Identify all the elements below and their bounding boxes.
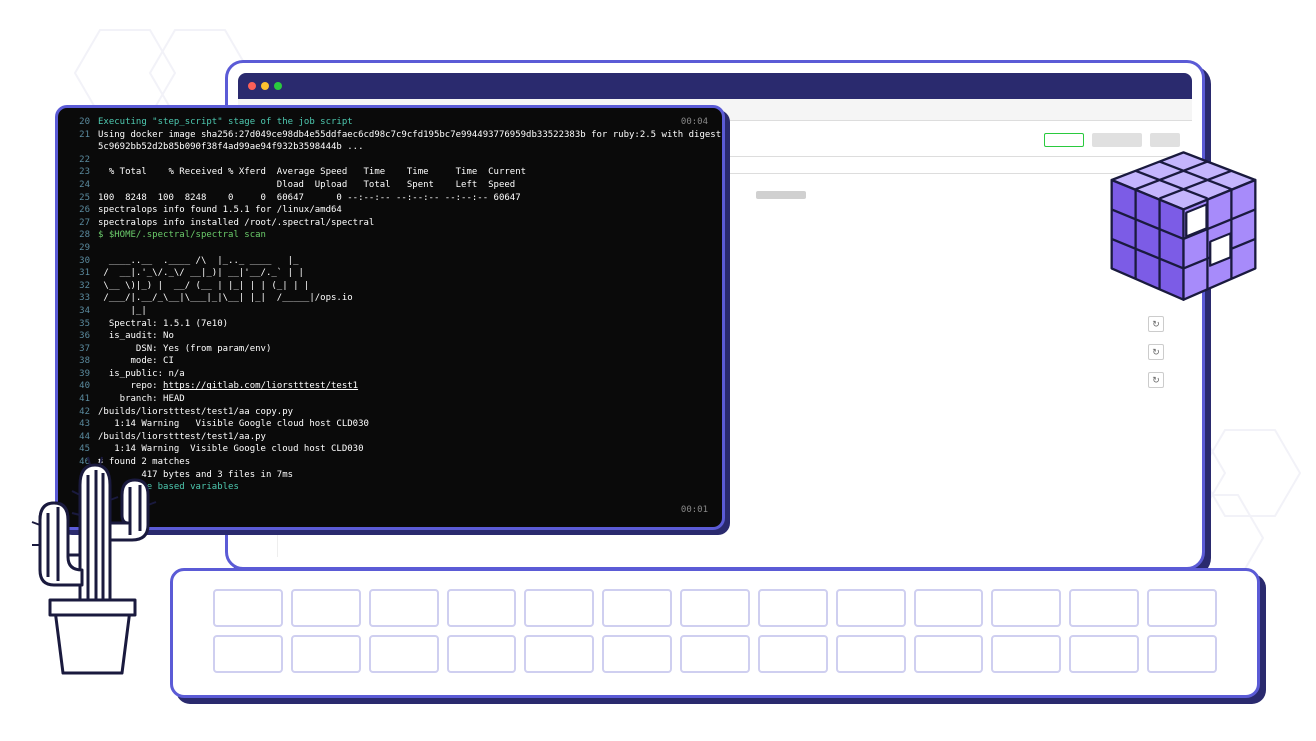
browser-titlebar — [238, 73, 1192, 99]
terminal-line: 29 — [68, 242, 712, 255]
terminal-line: 26spectralops info found 1.5.1 for /linu… — [68, 204, 712, 217]
terminal-line: 42/builds/liorstttest/test1/aa copy.py — [68, 406, 712, 419]
terminal-line: 5c9692bb52d2b85b090f38f4ad99ae94f932b359… — [68, 141, 712, 154]
terminal-line: 21Using docker image sha256:27d049ce98db… — [68, 129, 712, 142]
terminal-line: 33 /___/|.__/_\__|\___|_|\__| |_| /_____… — [68, 292, 712, 305]
terminal-line: 22 — [68, 154, 712, 167]
maximize-icon[interactable] — [274, 82, 282, 90]
rubiks-cube-icon — [1091, 145, 1276, 320]
retry-button[interactable]: ↻ — [1148, 372, 1164, 388]
minimize-icon[interactable] — [261, 82, 269, 90]
retry-button[interactable]: ↻ — [1148, 344, 1164, 360]
terminal-line: 24 Dload Upload Total Spent Left Speed — [68, 179, 712, 192]
terminal-line: 36 is_audit: No — [68, 330, 712, 343]
terminal-line: 38 mode: CI — [68, 355, 712, 368]
terminal-line: 35 Spectral: 1.5.1 (7e10) — [68, 318, 712, 331]
col-header — [756, 191, 806, 199]
primary-button[interactable] — [1044, 133, 1084, 147]
terminal-line: 28$ $HOME/.spectral/spectral scan — [68, 229, 712, 242]
cactus-icon — [10, 425, 170, 685]
terminal-line: 34 |_| — [68, 305, 712, 318]
terminal-line: 39 is_public: n/a — [68, 368, 712, 381]
terminal-line: 23 % Total % Received % Xferd Average Sp… — [68, 166, 712, 179]
terminal-line: 40 repo: https://gitlab.com/liorstttest/… — [68, 380, 712, 393]
terminal-line: 37 DSN: Yes (from param/env) — [68, 343, 712, 356]
terminal-line: 27spectralops info installed /root/.spec… — [68, 217, 712, 230]
terminal-line: 25100 8248 100 8248 0 0 60647 0 --:--:--… — [68, 192, 712, 205]
repo-link[interactable]: https://gitlab.com/liorstttest/test1 — [163, 381, 358, 391]
terminal-line: 20Executing "step_script" stage of the j… — [68, 116, 712, 129]
close-icon[interactable] — [248, 82, 256, 90]
terminal-line: 30 ____..__ .____ /\ |_.._ ____ |_ — [68, 255, 712, 268]
keyboard — [170, 568, 1260, 698]
terminal-line: 41 branch: HEAD — [68, 393, 712, 406]
terminal-line: 32 \__ \)|_) | __/ (__ | |_| | | (_| | | — [68, 280, 712, 293]
terminal-line: 31 / __|.'_\/._\/ __|_)| __|'__/._` | | — [68, 267, 712, 280]
